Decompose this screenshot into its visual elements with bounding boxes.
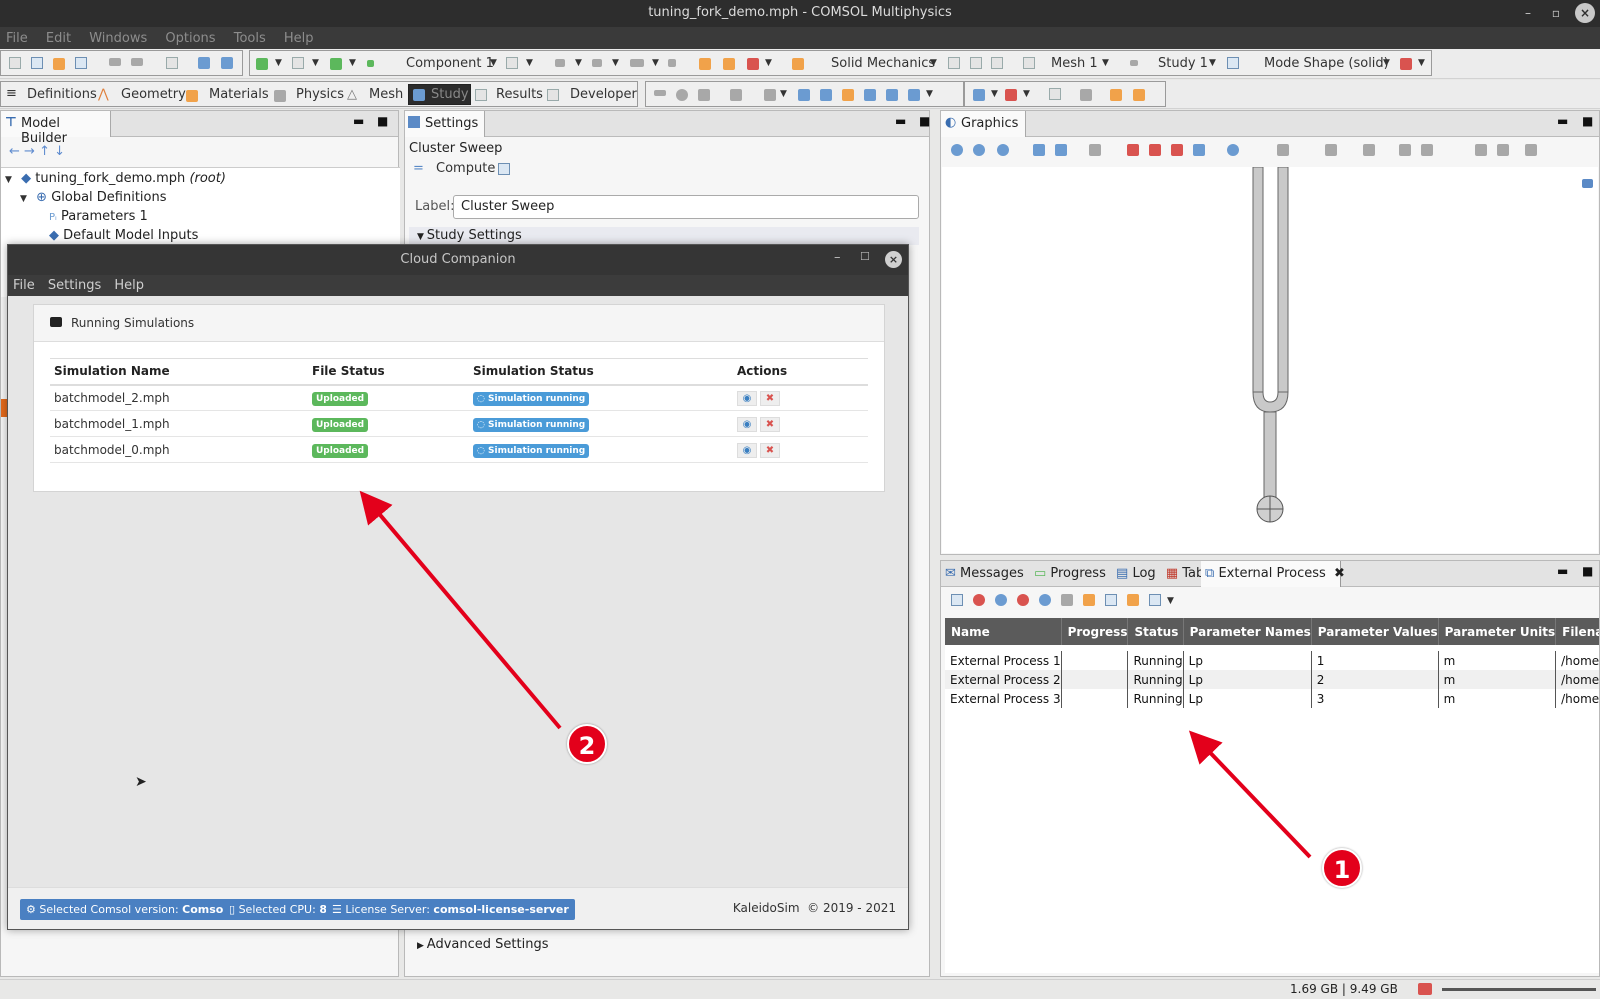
annotation-arrow-1 — [1188, 730, 1312, 859]
memory-usage: 1.69 GB | 9.49 GB — [1290, 982, 1398, 996]
memory-icon[interactable] — [1418, 983, 1432, 995]
annotation-marker-2: 2 — [567, 724, 607, 764]
annotation-marker-1: 1 — [1322, 848, 1362, 888]
annotation-arrow-2 — [359, 490, 562, 730]
status-bar: 1.69 GB | 9.49 GB — [0, 979, 1600, 999]
annotation-overlay — [359, 490, 1312, 859]
memory-bar — [1442, 988, 1596, 991]
